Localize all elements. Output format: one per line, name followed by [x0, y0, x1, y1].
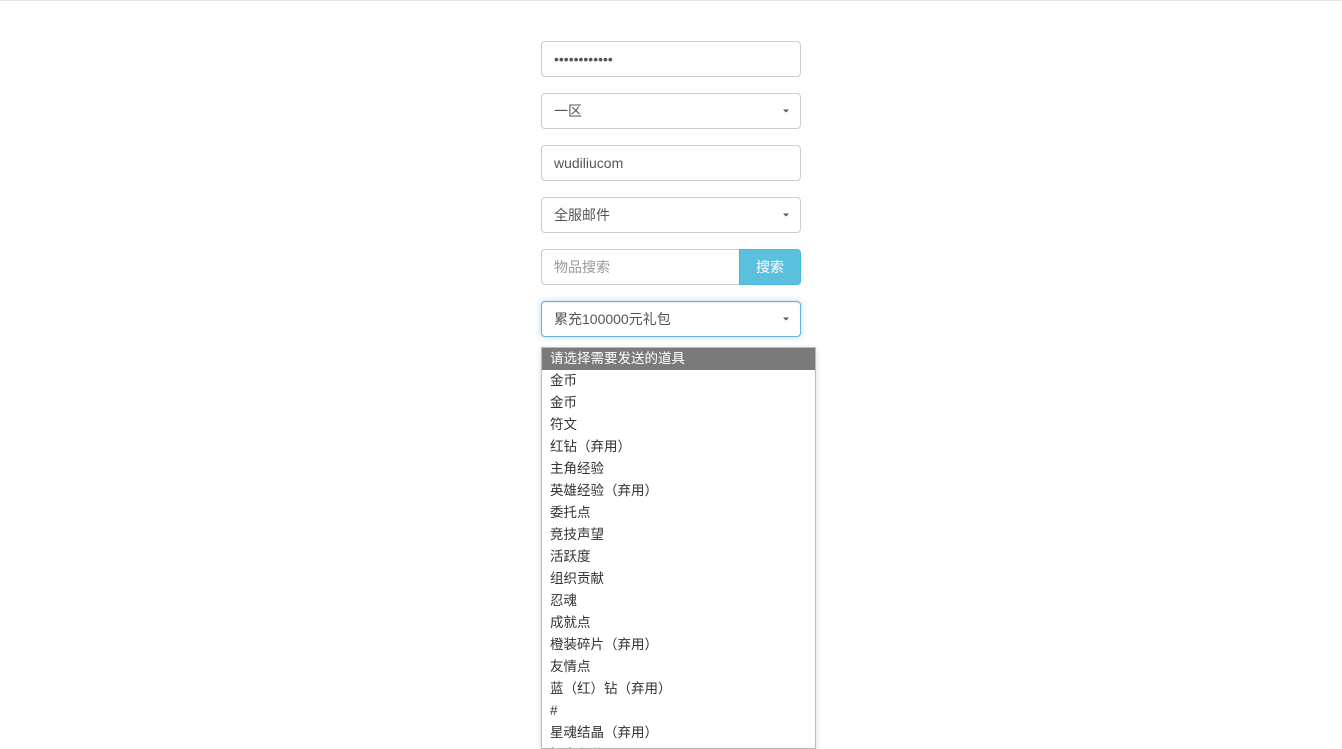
dropdown-option[interactable]: 忍魂 [542, 590, 815, 612]
dropdown-option[interactable]: 成就点 [542, 612, 815, 634]
dropdown-option[interactable]: 竞技声望 [542, 524, 815, 546]
item-select[interactable]: 累充100000元礼包 [541, 301, 801, 337]
item-select-row: 累充100000元礼包 请选择需要发送的道具金币金币符文红钻（弃用）主角经验英雄… [541, 301, 801, 337]
dropdown-option[interactable]: 符文 [542, 414, 815, 436]
dropdown-option[interactable]: 金币 [542, 392, 815, 414]
item-dropdown-list[interactable]: 请选择需要发送的道具金币金币符文红钻（弃用）主角经验英雄经验（弃用）委托点竞技声… [541, 347, 816, 749]
form-container: 一区 全服邮件 搜索 累充100000元礼包 请选择需要发送的道具金币金币符文红… [541, 41, 801, 337]
dropdown-option[interactable]: 金币 [542, 370, 815, 392]
dropdown-option[interactable]: 请选择需要发送的道具 [542, 348, 815, 370]
dropdown-option[interactable]: 友情点 [542, 656, 815, 678]
dropdown-option[interactable]: 委托点 [542, 502, 815, 524]
zone-select[interactable]: 一区 [541, 93, 801, 129]
username-row [541, 145, 801, 181]
zone-row: 一区 [541, 93, 801, 129]
password-row [541, 41, 801, 77]
mailtype-row: 全服邮件 [541, 197, 801, 233]
username-input[interactable] [541, 145, 801, 181]
dropdown-option[interactable]: 英雄经验（弃用） [542, 480, 815, 502]
dropdown-option[interactable]: 主角经验 [542, 458, 815, 480]
dropdown-option[interactable]: 探宝积分 [542, 744, 815, 749]
search-button[interactable]: 搜索 [739, 249, 801, 285]
dropdown-option[interactable]: 活跃度 [542, 546, 815, 568]
search-row: 搜索 [541, 249, 801, 285]
dropdown-option[interactable]: 蓝（红）钻（弃用） [542, 678, 815, 700]
item-search-input[interactable] [541, 249, 739, 285]
dropdown-option[interactable]: 红钻（弃用） [542, 436, 815, 458]
dropdown-option[interactable]: 星魂结晶（弃用） [542, 722, 815, 744]
dropdown-option[interactable]: 组织贡献 [542, 568, 815, 590]
dropdown-option[interactable]: # [542, 700, 815, 722]
dropdown-option[interactable]: 橙装碎片（弃用） [542, 634, 815, 656]
password-input[interactable] [541, 41, 801, 77]
mail-type-select[interactable]: 全服邮件 [541, 197, 801, 233]
